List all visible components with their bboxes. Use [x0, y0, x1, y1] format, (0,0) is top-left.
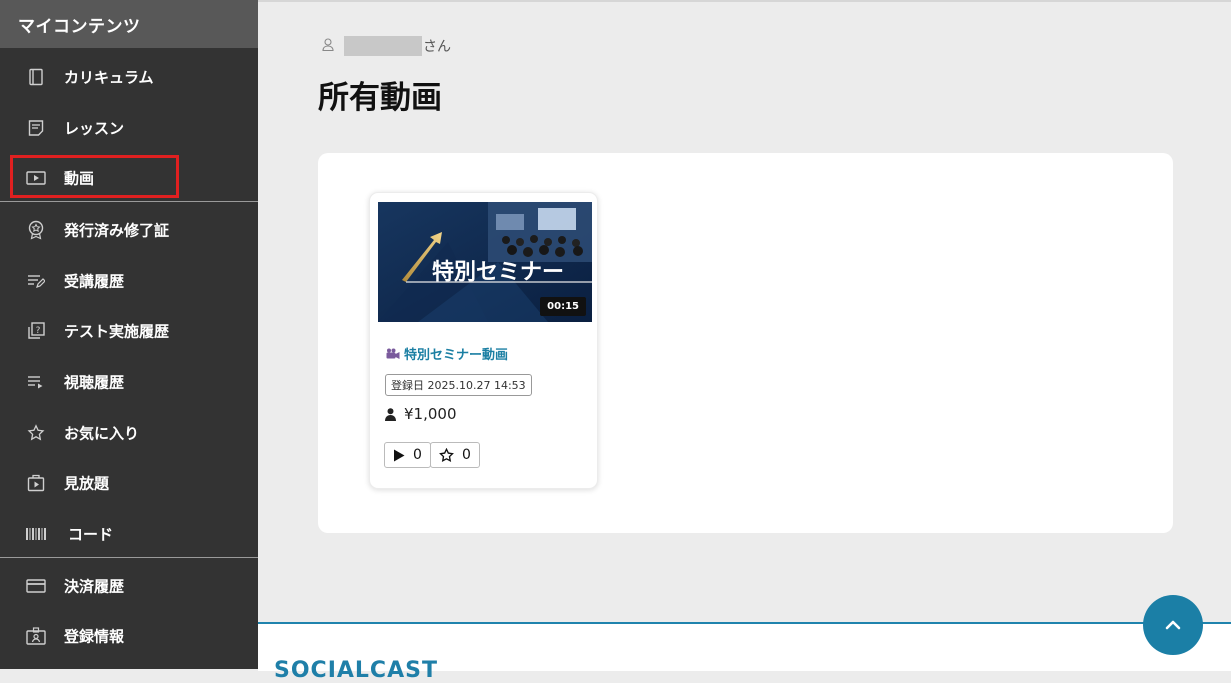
- favorite-count-button[interactable]: 0: [430, 442, 480, 468]
- scroll-to-top-button[interactable]: [1143, 595, 1203, 655]
- sidebar-item-payment-history[interactable]: 決済履歴: [0, 566, 258, 606]
- svg-text:?: ?: [36, 326, 41, 336]
- book-icon: [26, 67, 46, 87]
- chevron-up-icon: [1165, 620, 1181, 630]
- list-edit-icon: [26, 271, 46, 291]
- sidebar: マイコンテンツ カリキュラム レッスン 動画 発行済み修了証 受講履歴 ? テス…: [0, 0, 258, 669]
- sidebar-item-label: コード: [68, 525, 114, 544]
- sidebar-item-label: 決済履歴: [64, 577, 125, 596]
- user-greeting: さん: [322, 36, 451, 56]
- redacted-username: [344, 36, 422, 56]
- play-icon: [393, 449, 405, 462]
- video-card[interactable]: 特別セミナー 00:15 特別セミナー動画 登録日 2025.10.27 14:…: [369, 192, 598, 489]
- sidebar-item-label: カリキュラム: [64, 68, 154, 87]
- sidebar-item-registration[interactable]: 登録情報: [0, 616, 258, 656]
- sidebar-item-viewing-history[interactable]: 視聴履歴: [0, 362, 258, 402]
- video-camera-icon: [386, 348, 400, 360]
- active-item-highlight: [10, 155, 179, 198]
- award-badge-icon: [26, 220, 46, 240]
- document-icon: [26, 118, 46, 138]
- star-icon: [26, 423, 46, 443]
- video-duration: 00:15: [540, 297, 586, 316]
- id-card-icon: [26, 626, 46, 646]
- thumbnail-caption: 特別セミナー: [432, 260, 565, 285]
- play-count: 0: [413, 447, 422, 463]
- sidebar-item-label: 見放題: [64, 474, 110, 493]
- sidebar-item-attendance-history[interactable]: 受講履歴: [0, 261, 258, 301]
- credit-card-icon: [26, 576, 46, 596]
- sidebar-item-certificates[interactable]: 発行済み修了証: [0, 210, 258, 250]
- barcode-icon: [26, 524, 46, 544]
- star-icon: [439, 447, 454, 463]
- play-count-button[interactable]: 0: [384, 442, 431, 468]
- sidebar-item-label: お気に入り: [64, 424, 140, 443]
- sidebar-item-favorites[interactable]: お気に入り: [0, 413, 258, 453]
- sidebar-item-label: 発行済み修了証: [64, 221, 170, 240]
- quiz-icon: ?: [26, 321, 46, 341]
- footer: SOCIALCAST: [258, 622, 1231, 683]
- sidebar-item-unlimited[interactable]: 見放題: [0, 463, 258, 503]
- page-title: 所有動画: [318, 80, 442, 116]
- sidebar-item-test-history[interactable]: ? テスト実施履歴: [0, 311, 258, 351]
- sidebar-divider: [0, 557, 258, 558]
- sidebar-item-label: 受講履歴: [64, 272, 125, 291]
- video-thumbnail[interactable]: 特別セミナー 00:15: [378, 202, 592, 322]
- price: ¥1,000: [385, 405, 457, 423]
- sidebar-item-label: 視聴履歴: [64, 373, 125, 392]
- video-title-link[interactable]: 特別セミナー動画: [386, 344, 508, 363]
- user-icon: [385, 407, 396, 421]
- sidebar-item-label: レッスン: [64, 119, 125, 138]
- user-suffix: さん: [423, 39, 451, 55]
- sidebar-item-code[interactable]: コード: [0, 514, 258, 554]
- sidebar-title: マイコンテンツ: [0, 0, 258, 48]
- registered-date-badge: 登録日 2025.10.27 14:53: [385, 374, 532, 396]
- sidebar-item-curriculum[interactable]: カリキュラム: [0, 57, 258, 97]
- footer-brand: SOCIALCAST: [274, 658, 438, 683]
- user-icon: [322, 37, 334, 55]
- sidebar-item-label: テスト実施履歴: [64, 322, 170, 341]
- list-play-icon: [26, 372, 46, 392]
- sidebar-divider: [0, 201, 258, 202]
- favorite-count: 0: [462, 447, 471, 463]
- sidebar-item-label: 登録情報: [64, 627, 125, 646]
- sidebar-item-lesson[interactable]: レッスン: [0, 108, 258, 148]
- video-title: 特別セミナー動画: [404, 348, 509, 363]
- video-folder-icon: [26, 473, 46, 493]
- price-value: ¥1,000: [404, 405, 457, 423]
